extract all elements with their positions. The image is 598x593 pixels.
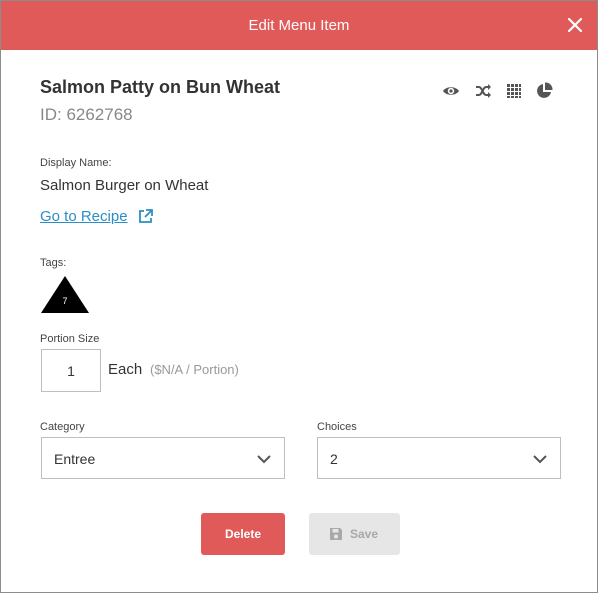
shuffle-button[interactable] <box>473 81 493 101</box>
tag-badge[interactable] <box>41 276 89 313</box>
chevron-down-icon <box>257 455 271 464</box>
edit-menu-item-dialog: Edit Menu Item Salmon Patty on Bun Wheat… <box>0 0 598 593</box>
category-label: Category <box>40 421 85 433</box>
portion-size-input[interactable] <box>41 349 101 392</box>
chevron-down-icon <box>533 455 547 464</box>
floppy-disk-icon <box>330 528 342 540</box>
item-toolbar <box>441 81 556 101</box>
analytics-button[interactable] <box>534 81 554 101</box>
item-id: ID: 6262768 <box>40 105 133 124</box>
go-to-recipe-link[interactable]: Go to Recipe <box>40 208 128 225</box>
display-name-label: Display Name: <box>40 157 112 169</box>
external-link-button[interactable] <box>137 208 154 225</box>
dialog-header: Edit Menu Item <box>1 1 597 50</box>
dialog-title: Edit Menu Item <box>248 17 350 34</box>
display-name-value: Salmon Burger on Wheat <box>40 177 209 194</box>
category-select[interactable]: Entree <box>41 437 285 479</box>
portion-cost: ($N/A / Portion) <box>150 362 239 377</box>
grid-button[interactable] <box>504 81 524 101</box>
choices-label: Choices <box>317 421 357 433</box>
close-icon <box>567 17 583 33</box>
choices-selected-value: 2 <box>330 451 338 467</box>
triangle-icon <box>41 276 89 313</box>
external-link-icon <box>139 209 153 223</box>
portion-unit: Each <box>108 361 143 378</box>
save-button-label: Save <box>350 527 379 541</box>
pie-chart-icon <box>537 82 553 98</box>
item-name: Salmon Patty on Bun Wheat <box>40 77 281 97</box>
eye-icon <box>443 87 459 95</box>
tag-count: 7 <box>62 296 68 306</box>
grid-icon <box>507 84 521 98</box>
view-button[interactable] <box>441 81 461 101</box>
delete-button[interactable]: Delete <box>201 513 285 555</box>
choices-select[interactable]: 2 <box>317 437 561 479</box>
save-button-content: Save <box>329 527 378 541</box>
tags-label: Tags: <box>40 257 67 269</box>
save-button[interactable]: Save <box>309 513 400 555</box>
close-button[interactable] <box>565 15 585 35</box>
portion-size-label: Portion Size <box>40 333 100 345</box>
category-selected-value: Entree <box>54 451 96 467</box>
shuffle-icon <box>476 84 491 98</box>
